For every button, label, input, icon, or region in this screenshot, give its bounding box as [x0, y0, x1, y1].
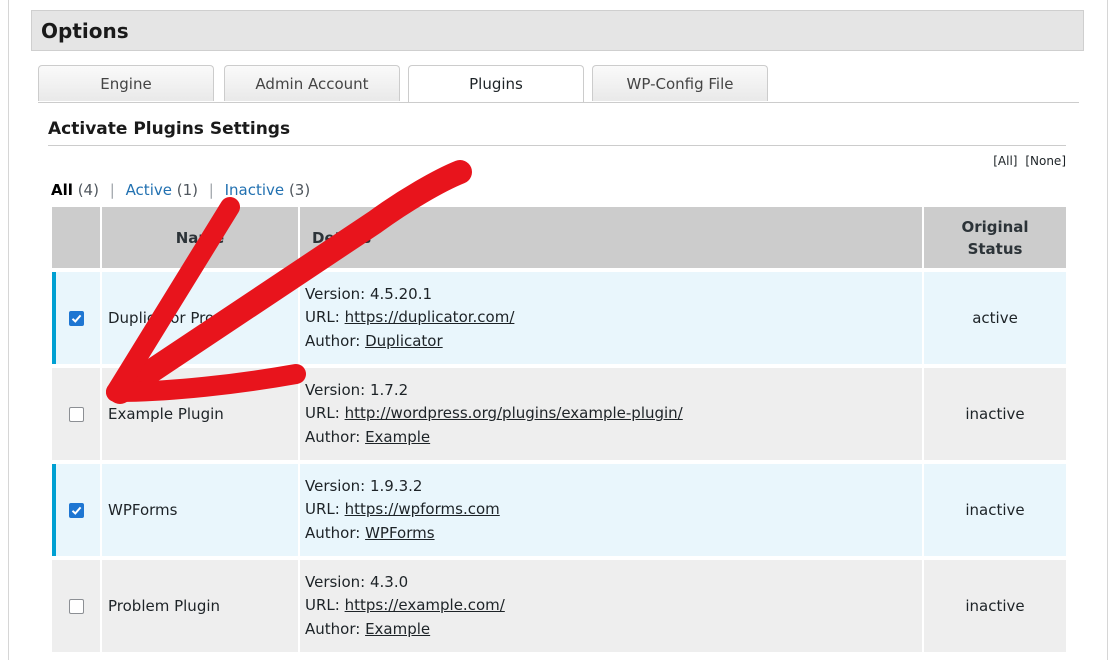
- plugin-version: 1.9.3.2: [370, 476, 423, 495]
- checkmark-icon: [71, 506, 81, 515]
- url-label: URL:: [305, 596, 340, 615]
- table-header-row: Name Details Original Status: [52, 207, 1066, 268]
- tab-plugins[interactable]: Plugins: [408, 65, 584, 102]
- plugin-version: 4.3.0: [370, 572, 409, 591]
- author-label: Author:: [305, 427, 361, 446]
- plugin-url-link[interactable]: https://duplicator.com/: [345, 308, 515, 326]
- checkbox-cell: [52, 364, 102, 460]
- table-row: Problem Plugin Version: 4.3.0 URL: https…: [52, 556, 1066, 652]
- filter-all[interactable]: All: [51, 181, 73, 199]
- plugin-original-status: inactive: [924, 364, 1066, 460]
- header-details: Details: [300, 207, 924, 268]
- plugin-checkbox[interactable]: [68, 503, 84, 518]
- table-row: Duplicator Pro Version: 4.5.20.1 URL: ht…: [52, 268, 1066, 364]
- url-label: URL:: [305, 404, 340, 423]
- filter-inactive[interactable]: Inactive: [225, 181, 285, 199]
- tab-admin-account[interactable]: Admin Account: [224, 65, 400, 101]
- author-label: Author:: [305, 619, 361, 638]
- plugin-original-status: inactive: [924, 556, 1066, 652]
- version-label: Version:: [305, 284, 366, 303]
- header-name: Name: [102, 207, 300, 268]
- tab-bar: Engine Admin Account Plugins WP-Config F…: [38, 65, 1079, 103]
- select-none-link[interactable]: [None]: [1025, 154, 1066, 168]
- filter-all-count: (4): [77, 181, 99, 199]
- filter-active-count: (1): [176, 181, 198, 199]
- options-title: Options: [41, 19, 129, 43]
- plugin-name: WPForms: [102, 460, 300, 556]
- plugin-details: Version: 4.5.20.1 URL: https://duplicato…: [300, 268, 924, 364]
- plugin-url-link[interactable]: http://wordpress.org/plugins/example-plu…: [345, 404, 683, 422]
- url-label: URL:: [305, 500, 340, 519]
- table-row: Example Plugin Version: 1.7.2 URL: http:…: [52, 364, 1066, 460]
- plugin-version: 1.7.2: [370, 380, 409, 399]
- plugin-version: 4.5.20.1: [370, 284, 433, 303]
- url-label: URL:: [305, 308, 340, 327]
- plugin-original-status: inactive: [924, 460, 1066, 556]
- plugin-checkbox[interactable]: [68, 311, 84, 326]
- plugin-checkbox[interactable]: [68, 599, 84, 614]
- section-title: Activate Plugins Settings: [48, 119, 291, 139]
- filter-separator: |: [109, 181, 115, 199]
- checkmark-icon: [71, 314, 81, 323]
- plugin-details: Version: 4.3.0 URL: https://example.com/…: [300, 556, 924, 652]
- filter-inactive-count: (3): [288, 181, 311, 199]
- select-all-link[interactable]: [All]: [993, 154, 1017, 168]
- plugin-details: Version: 1.9.3.2 URL: https://wpforms.co…: [300, 460, 924, 556]
- select-links: [All] [None]: [993, 154, 1066, 168]
- plugin-author-link[interactable]: WPForms: [365, 524, 434, 542]
- plugin-original-status: active: [924, 268, 1066, 364]
- plugin-url-link[interactable]: https://wpforms.com: [345, 500, 500, 518]
- table-row: WPForms Version: 1.9.3.2 URL: https://wp…: [52, 460, 1066, 556]
- filter-active[interactable]: Active: [126, 181, 172, 199]
- version-label: Version:: [305, 476, 366, 495]
- header-status-line1: Original: [961, 217, 1029, 236]
- tab-wp-config-file[interactable]: WP-Config File: [592, 65, 768, 101]
- section-divider: [48, 145, 1066, 146]
- header-status-line2: Status: [967, 239, 1023, 258]
- plugin-name: Duplicator Pro: [102, 268, 300, 364]
- plugin-name: Problem Plugin: [102, 556, 300, 652]
- plugin-url-link[interactable]: https://example.com/: [345, 596, 505, 614]
- tab-engine[interactable]: Engine: [38, 65, 214, 101]
- checkbox-cell: [52, 460, 102, 556]
- options-header: Options: [31, 10, 1084, 51]
- filter-separator: |: [208, 181, 214, 199]
- header-checkbox-column: [52, 207, 102, 268]
- author-label: Author:: [305, 523, 361, 542]
- plugin-name: Example Plugin: [102, 364, 300, 460]
- plugins-table: Name Details Original Status Duplicator P…: [52, 207, 1066, 652]
- plugin-author-link[interactable]: Example: [365, 620, 430, 638]
- author-label: Author:: [305, 331, 361, 350]
- plugin-author-link[interactable]: Duplicator: [365, 332, 443, 350]
- plugin-filters: All (4) | Active (1) | Inactive (3): [51, 181, 310, 199]
- header-original-status: Original Status: [924, 207, 1066, 268]
- checkbox-cell: [52, 268, 102, 364]
- plugin-checkbox[interactable]: [68, 407, 84, 422]
- version-label: Version:: [305, 572, 366, 591]
- checkbox-cell: [52, 556, 102, 652]
- plugin-author-link[interactable]: Example: [365, 428, 430, 446]
- version-label: Version:: [305, 380, 366, 399]
- plugin-details: Version: 1.7.2 URL: http://wordpress.org…: [300, 364, 924, 460]
